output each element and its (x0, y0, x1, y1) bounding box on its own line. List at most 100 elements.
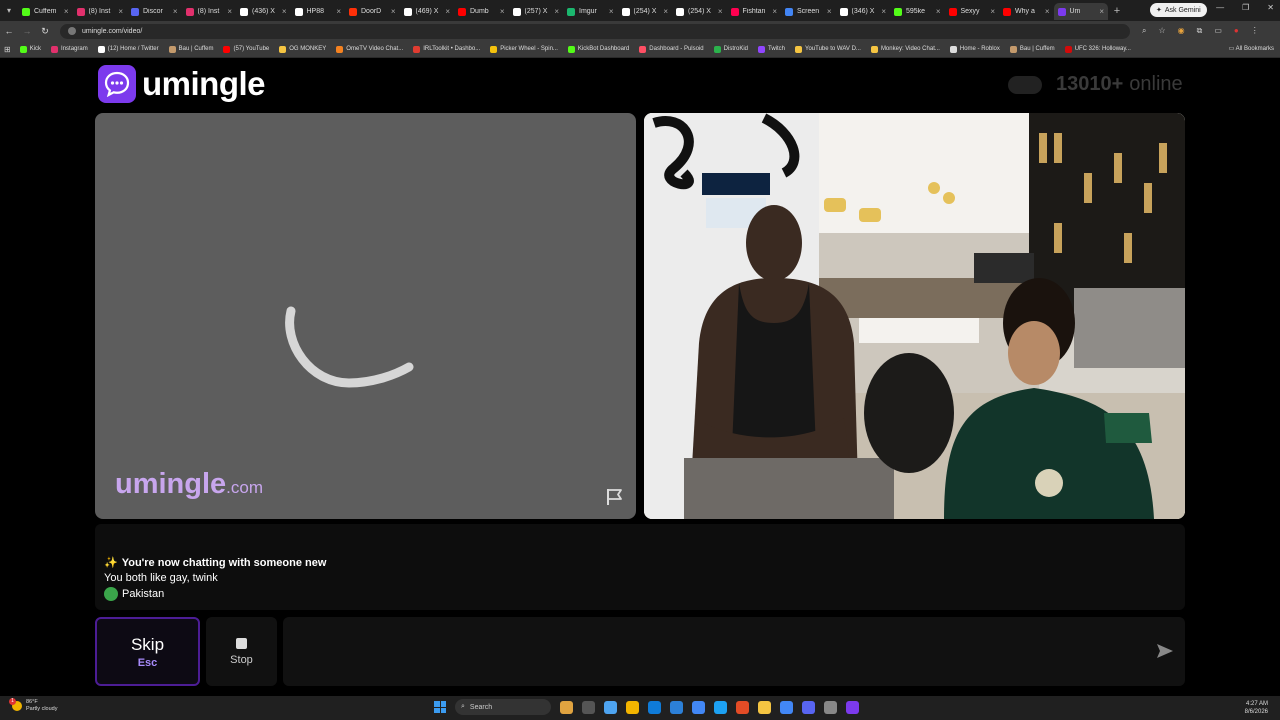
report-flag-icon[interactable] (605, 487, 625, 507)
bookmark-item[interactable]: DistroKid (713, 45, 748, 53)
tab-close-icon[interactable]: × (554, 7, 559, 16)
browser-tab[interactable]: Dumb × (454, 3, 509, 20)
taskbar-app-icon[interactable] (736, 700, 749, 714)
browser-tab[interactable]: (469) X × (400, 3, 455, 20)
taskbar-app-icon[interactable] (582, 700, 595, 714)
browser-tab[interactable]: (8) Inst × (182, 3, 237, 20)
bookmark-item[interactable]: Kick (19, 45, 41, 53)
tab-close-icon[interactable]: × (663, 7, 668, 16)
tab-close-icon[interactable]: × (336, 7, 341, 16)
taskbar-app-icon[interactable] (802, 700, 815, 714)
browser-tab[interactable]: HP88 × (291, 3, 346, 20)
all-bookmarks-button[interactable]: ▭ All Bookmarks (1229, 45, 1274, 52)
apps-grid-icon[interactable]: ⊞ (4, 45, 11, 54)
bookmark-item[interactable]: Bau | Cuffem (1009, 45, 1055, 53)
browser-tab[interactable]: DoorD × (345, 3, 400, 20)
site-info-icon[interactable] (68, 27, 76, 35)
bookmark-item[interactable]: Instagram (51, 45, 88, 53)
url-field[interactable]: umingle.com/video/ (60, 23, 1130, 39)
bookmark-item[interactable]: (12) Home / Twitter (97, 45, 159, 53)
taskbar-app-icon[interactable] (626, 700, 639, 714)
stop-button[interactable]: Stop (206, 617, 277, 686)
tab-close-icon[interactable]: × (1099, 7, 1104, 16)
zoom-icon[interactable]: ⌕ (1142, 26, 1146, 36)
tab-close-icon[interactable]: × (827, 7, 832, 16)
tab-close-icon[interactable]: × (990, 7, 995, 16)
browser-tab[interactable]: Fishtan × (727, 3, 782, 20)
browser-tab[interactable]: (8) Inst × (73, 3, 128, 20)
close-icon[interactable]: ✕ (1267, 3, 1274, 12)
bookmark-item[interactable]: YouTube to WAV D... (795, 45, 861, 53)
tab-close-icon[interactable]: × (718, 7, 723, 16)
browser-tab[interactable]: Um × (1053, 3, 1108, 20)
taskbar-app-icon[interactable] (604, 700, 617, 714)
browser-tab[interactable]: (257) X × (509, 3, 564, 20)
bookmark-item[interactable]: KickBot Dashboard (567, 45, 629, 53)
taskbar-app-icon[interactable] (758, 700, 771, 714)
taskbar-app-icon[interactable] (692, 700, 705, 714)
bookmark-item[interactable]: OmeTV Video Chat... (336, 45, 403, 53)
tab-close-icon[interactable]: × (500, 7, 505, 16)
bookmark-item[interactable]: (57) YouTube (223, 45, 269, 53)
taskbar-clock[interactable]: 4:27 AM 8/6/2026 (1245, 700, 1268, 716)
taskbar-app-icon[interactable] (824, 700, 837, 714)
tab-close-icon[interactable]: × (282, 7, 287, 16)
skip-button[interactable]: Skip Esc (95, 617, 200, 686)
tab-close-icon[interactable]: × (1045, 7, 1050, 16)
taskbar-app-icon[interactable] (780, 700, 793, 714)
taskbar-app-icon[interactable] (560, 700, 573, 714)
tab-close-icon[interactable]: × (118, 7, 123, 16)
taskbar-search[interactable]: ⌕ Search (455, 699, 551, 715)
browser-tab[interactable]: Screen × (781, 3, 836, 20)
tab-search-icon[interactable]: ▾ (0, 0, 18, 21)
profile-avatar-icon[interactable]: ● (1234, 26, 1239, 36)
tab-close-icon[interactable]: × (881, 7, 886, 16)
extension-icon[interactable]: ◉ (1178, 26, 1185, 36)
windows-start-icon[interactable] (434, 701, 446, 713)
tab-close-icon[interactable]: × (391, 7, 396, 16)
bookmark-item[interactable]: Dashboard - Pulsoid (639, 45, 704, 53)
browser-tab[interactable]: (254) X × (618, 3, 673, 20)
taskbar-app-icon[interactable] (846, 700, 859, 714)
browser-tab[interactable]: (254) X × (672, 3, 727, 20)
tab-close-icon[interactable]: × (227, 7, 232, 16)
extensions-puzzle-icon[interactable]: ⧉ (1197, 26, 1203, 36)
browser-tab[interactable]: Sexyy × (945, 3, 1000, 20)
minimize-icon[interactable]: — (1216, 3, 1224, 12)
new-tab-button[interactable]: + (1108, 5, 1126, 17)
message-input[interactable] (283, 617, 1185, 686)
browser-tab[interactable]: 595ke × (890, 3, 945, 20)
tab-close-icon[interactable]: × (772, 7, 777, 16)
browser-tab[interactable]: Discor × (127, 3, 182, 20)
site-logo[interactable]: umingle (98, 65, 266, 103)
browser-tab[interactable]: (346) X × (836, 3, 891, 20)
theme-toggle[interactable] (1008, 75, 1042, 94)
bookmark-item[interactable]: Monkey: Video Chat... (870, 45, 940, 53)
browser-tab[interactable]: Why a × (999, 3, 1054, 20)
browser-tab[interactable]: (436) X × (236, 3, 291, 20)
taskbar-app-icon[interactable] (648, 700, 661, 714)
forward-icon[interactable]: → (18, 26, 36, 36)
bookmark-item[interactable]: IRLToolkit • Dashbo... (413, 45, 480, 53)
browser-tab[interactable]: Imgur × (563, 3, 618, 20)
menu-kebab-icon[interactable]: ⋮ (1251, 26, 1259, 36)
maximize-icon[interactable]: ❐ (1242, 3, 1249, 12)
taskbar-app-icon[interactable] (670, 700, 683, 714)
weather-widget[interactable]: 1 86°F Partly cloudy (9, 698, 58, 713)
back-icon[interactable]: ← (0, 26, 18, 36)
bookmark-item[interactable]: Twitch (758, 45, 785, 53)
send-icon[interactable] (1155, 641, 1175, 661)
bookmark-item[interactable]: Picker Wheel - Spin... (490, 45, 558, 53)
tab-close-icon[interactable]: × (64, 7, 69, 16)
taskbar-app-icon[interactable] (714, 700, 727, 714)
bookmark-item[interactable]: Home - Roblox (949, 45, 1000, 53)
bookmark-item[interactable]: UFC 326: Holloway... (1064, 45, 1131, 53)
bookmark-star-icon[interactable]: ☆ (1158, 26, 1165, 36)
browser-tab[interactable]: Cuffem × (18, 3, 73, 20)
tab-close-icon[interactable]: × (609, 7, 614, 16)
bookmark-item[interactable]: Bau | Cuffem (168, 45, 213, 53)
tab-close-icon[interactable]: × (445, 7, 450, 16)
ask-gemini-button[interactable]: ✦ Ask Gemini (1150, 3, 1207, 17)
reload-icon[interactable]: ↻ (36, 26, 54, 37)
tab-close-icon[interactable]: × (936, 7, 941, 16)
